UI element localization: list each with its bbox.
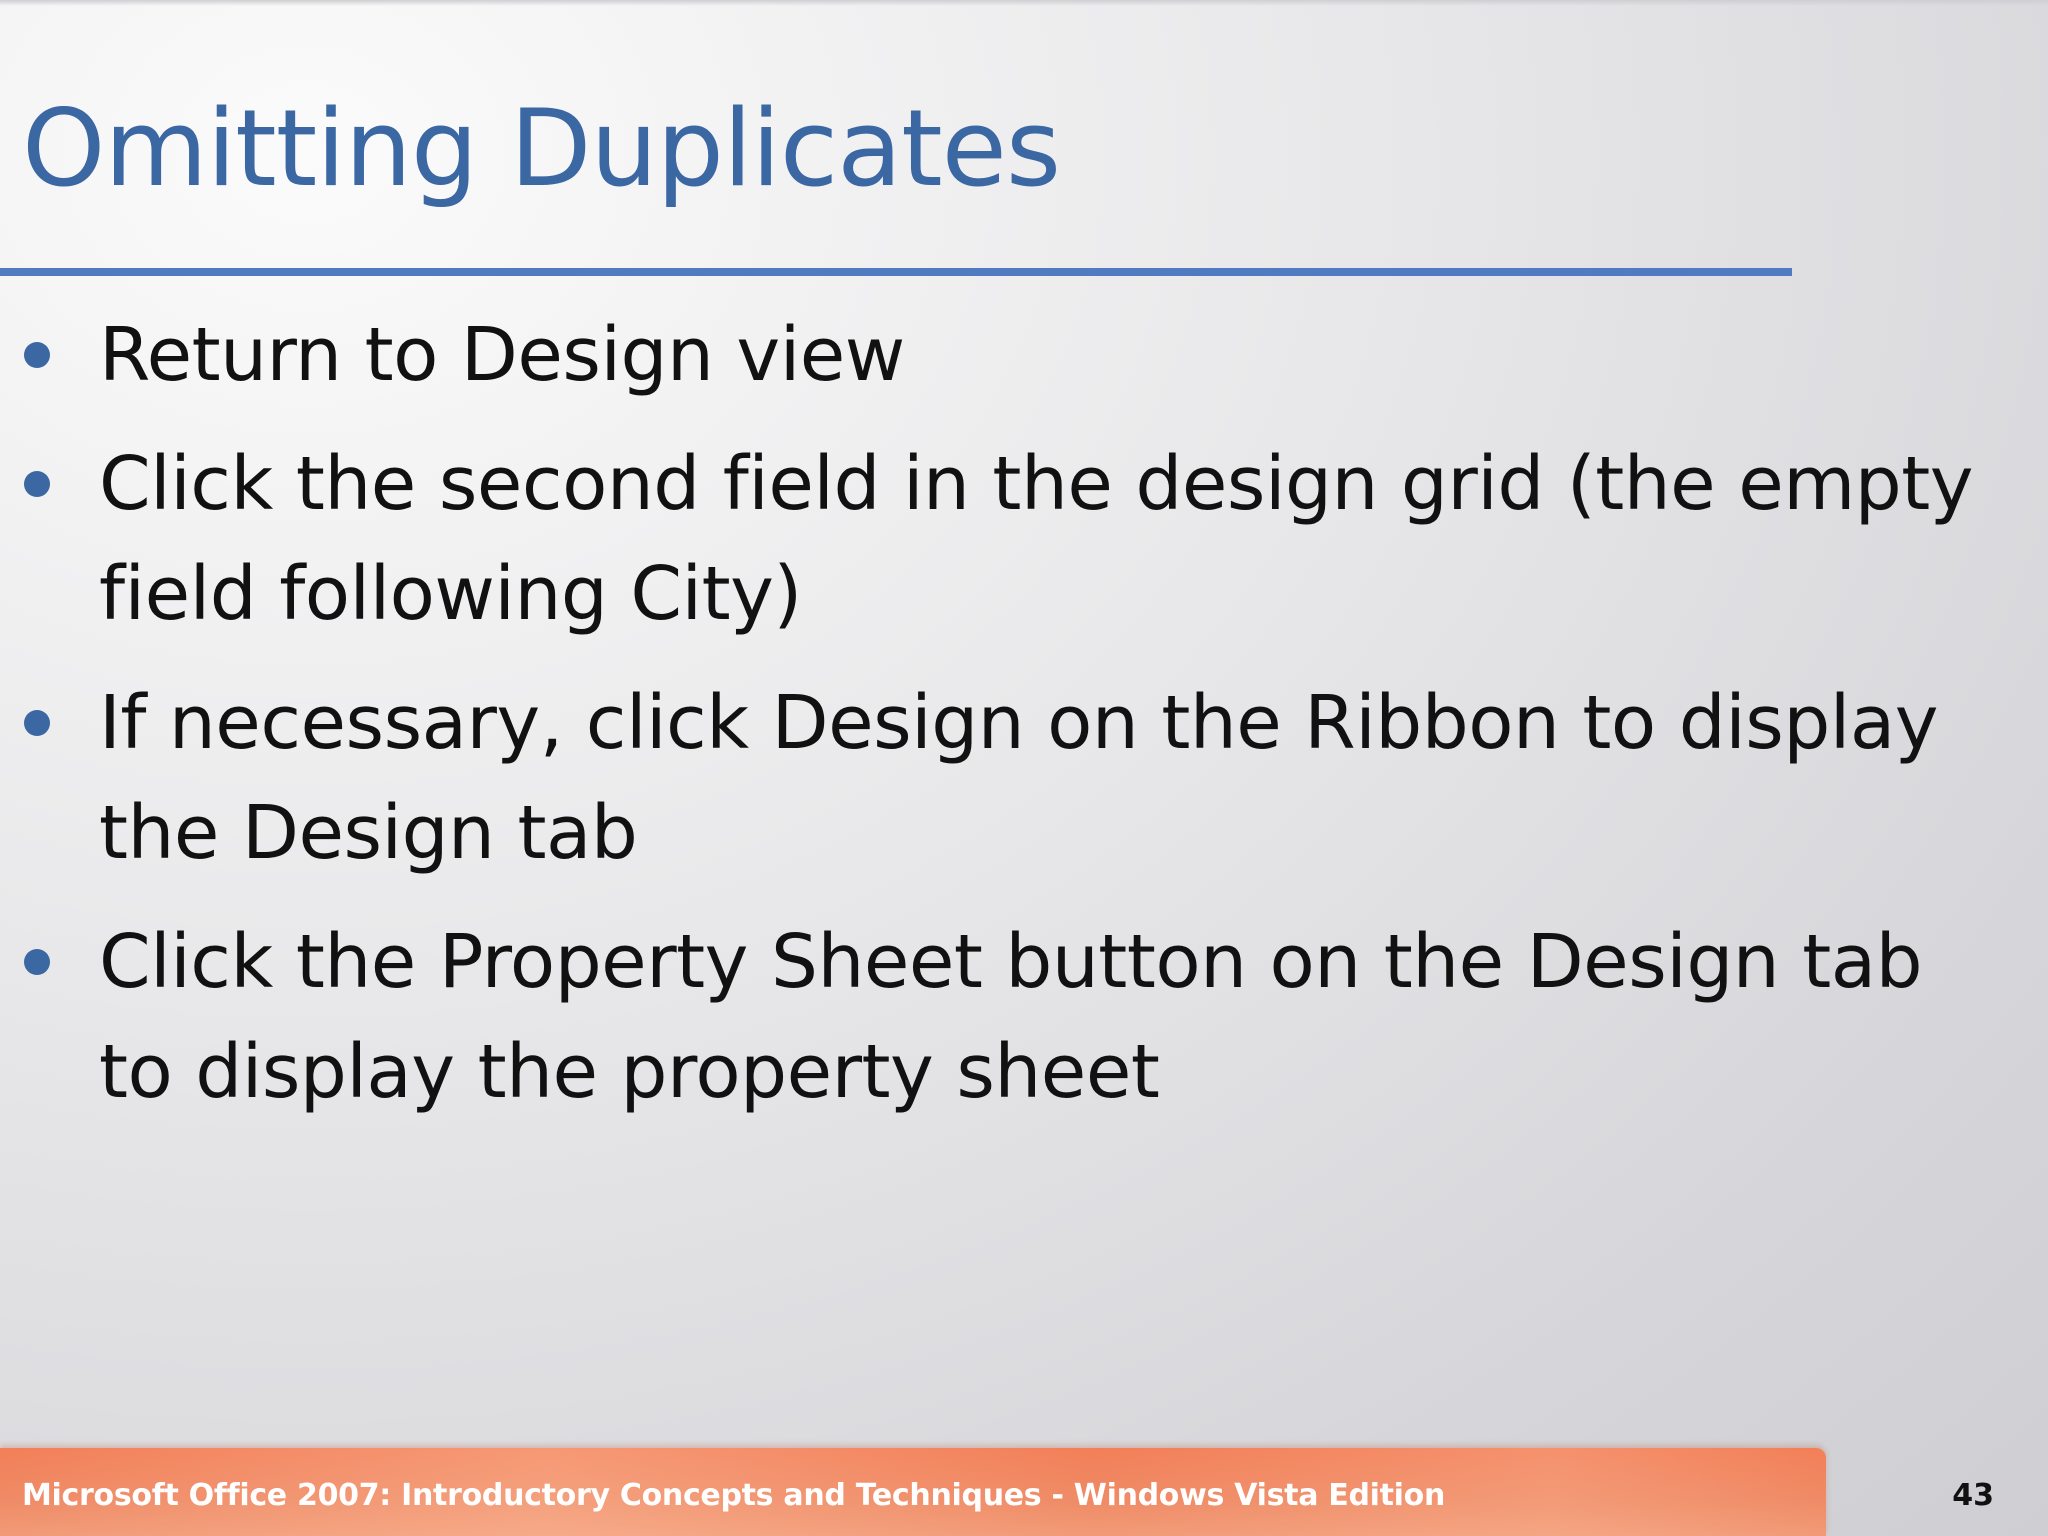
slide-top-edge (0, 0, 2048, 6)
bullet-item: Return to Design view (0, 300, 1990, 410)
title-divider (0, 268, 1792, 276)
bullet-item: Click the Property Sheet button on the D… (0, 907, 1990, 1127)
bullet-text: Click the Property Sheet button on the D… (99, 919, 1923, 1115)
slide: Omitting Duplicates Return to Design vie… (0, 0, 2048, 1536)
bullet-text: If necessary, click Design on the Ribbon… (99, 680, 1939, 876)
bullet-dot-icon (24, 710, 50, 736)
slide-title: Omitting Duplicates (22, 87, 1061, 210)
bullet-text: Click the second field in the design gri… (99, 441, 1974, 637)
bullet-text: Return to Design view (99, 312, 905, 398)
bullet-item: Click the second field in the design gri… (0, 429, 1990, 649)
bullet-item: If necessary, click Design on the Ribbon… (0, 668, 1990, 888)
bullet-list: Return to Design view Click the second f… (0, 300, 1990, 1146)
bullet-dot-icon (24, 471, 50, 497)
page-number: 43 (1952, 1478, 1994, 1513)
footer-caption: Microsoft Office 2007: Introductory Conc… (22, 1478, 1446, 1513)
bullet-dot-icon (24, 342, 50, 368)
bullet-dot-icon (24, 949, 50, 975)
